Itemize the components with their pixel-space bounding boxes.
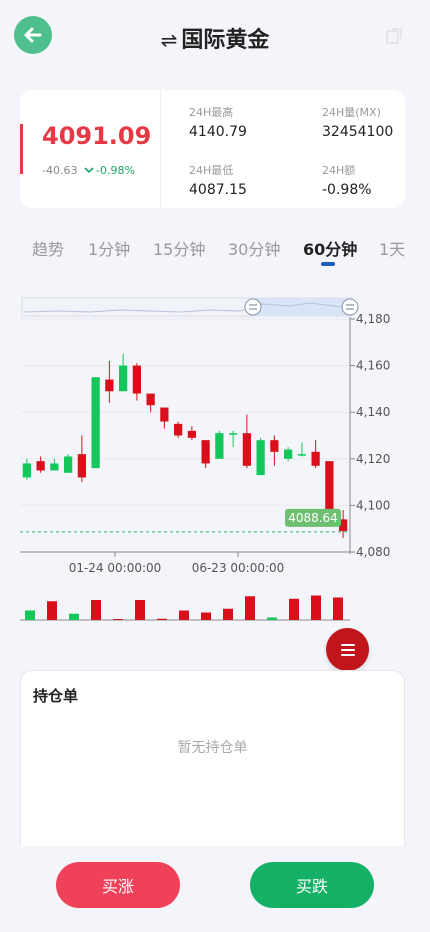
candle-body[interactable] xyxy=(270,440,279,452)
menu-icon xyxy=(340,643,355,656)
stat-high: 24H最高 4140.79 xyxy=(189,104,247,140)
stat-low: 24H最低 4087.15 xyxy=(189,162,247,198)
share-icon[interactable] xyxy=(384,26,404,46)
candle-body[interactable] xyxy=(105,379,114,392)
stat-low-value: 4087.15 xyxy=(189,182,247,198)
candle-body[interactable] xyxy=(132,365,141,394)
positions-empty-text: 暂无持仓单 xyxy=(177,740,248,756)
stat-volume-label: 24H量(MX) xyxy=(322,106,381,119)
volume-bar xyxy=(91,600,101,620)
x-tick-label: 06-23 00:00:00 xyxy=(192,561,285,575)
navigator-selection[interactable] xyxy=(252,298,352,316)
buy-up-button[interactable]: 买涨 xyxy=(56,862,180,908)
tab-1day[interactable]: 1天 xyxy=(379,236,405,260)
volume-bar xyxy=(157,618,167,620)
volume-bar xyxy=(69,613,79,620)
tab-trend[interactable]: 趋势 xyxy=(32,236,64,260)
volume-bar xyxy=(223,608,233,620)
volume-bar xyxy=(113,619,123,620)
volume-bar xyxy=(289,598,299,620)
candle-body[interactable] xyxy=(325,461,334,515)
candle-body[interactable] xyxy=(229,433,238,435)
candle-body[interactable] xyxy=(242,433,251,466)
swap-icon: ⇌ xyxy=(160,28,178,52)
candle-body[interactable] xyxy=(284,449,293,459)
stat-amount: 24H额 -0.98% xyxy=(322,162,372,198)
header: ⇌ 国际黄金 xyxy=(0,0,430,72)
price-change-percent: -0.98% xyxy=(84,164,135,177)
candle-body[interactable] xyxy=(22,463,31,478)
candlestick-chart[interactable]: 4,180 4,160 4,140 4,120 4,100 4,080 01-24 00:… xyxy=(0,286,430,626)
page-title[interactable]: ⇌ 国际黄金 xyxy=(0,22,430,54)
volume-bar xyxy=(47,601,57,620)
price-card: 4091.09 -40.63 -0.98% 24H最高 4140.79 24H量… xyxy=(20,90,405,208)
stat-high-label: 24H最高 xyxy=(189,106,234,119)
y-tick-label: 4,180 xyxy=(356,312,390,326)
stat-high-value: 4140.79 xyxy=(189,124,247,140)
chevron-down-icon xyxy=(84,167,94,174)
candle-body[interactable] xyxy=(256,440,265,476)
candle-body[interactable] xyxy=(64,456,73,473)
stat-amount-label: 24H额 xyxy=(322,164,356,177)
active-tab-indicator xyxy=(321,262,335,266)
price-change: -40.63 xyxy=(42,164,78,177)
volume-bar xyxy=(333,597,343,620)
candle-body[interactable] xyxy=(201,440,210,464)
tab-15min[interactable]: 15分钟 xyxy=(153,236,205,260)
tab-60min[interactable]: 60分钟 xyxy=(303,236,357,260)
candle-body[interactable] xyxy=(77,454,86,478)
volume-bar xyxy=(201,612,211,620)
candle-body[interactable] xyxy=(91,377,100,469)
candle-body[interactable] xyxy=(174,423,183,436)
stat-amount-value: -0.98% xyxy=(322,182,372,198)
candle-body[interactable] xyxy=(297,454,306,456)
chart-navigator[interactable] xyxy=(21,297,359,317)
candle-body[interactable] xyxy=(50,463,59,471)
volume-bar xyxy=(179,610,189,620)
current-price: 4091.09 xyxy=(42,122,152,150)
footer-bar: 买涨 买跌 xyxy=(0,846,430,932)
candle-body[interactable] xyxy=(215,433,224,459)
candle-body[interactable] xyxy=(119,365,128,392)
positions-title: 持仓单 xyxy=(33,687,79,705)
tab-30min[interactable]: 30分钟 xyxy=(228,236,280,260)
last-price-label: 4088.64 xyxy=(288,511,338,525)
y-tick-label: 4,100 xyxy=(356,498,390,512)
y-tick-label: 4,160 xyxy=(356,359,390,373)
y-tick-label: 4,120 xyxy=(356,452,390,466)
candle-body[interactable] xyxy=(36,461,45,471)
price-indicator-bar xyxy=(20,124,23,174)
price-change-percent-value: -0.98% xyxy=(96,164,135,177)
candle-body[interactable] xyxy=(146,393,155,406)
period-tabs: 趋势 1分钟 15分钟 30分钟 60分钟 1天 xyxy=(0,236,430,270)
stat-volume-value: 32454100 xyxy=(322,124,394,140)
card-divider xyxy=(160,90,161,208)
tab-1min[interactable]: 1分钟 xyxy=(88,236,130,260)
menu-fab-button[interactable] xyxy=(326,628,369,671)
buy-down-button[interactable]: 买跌 xyxy=(250,862,374,908)
x-tick-label: 01-24 00:00:00 xyxy=(69,561,162,575)
stat-low-label: 24H最低 xyxy=(189,164,234,177)
candle-body[interactable] xyxy=(187,430,196,438)
volume-bar xyxy=(25,610,35,620)
candle-body[interactable] xyxy=(311,451,320,466)
y-tick-label: 4,080 xyxy=(356,545,390,559)
volume-bar xyxy=(245,596,255,620)
navigator-handle-left[interactable] xyxy=(244,298,262,316)
positions-card: 持仓单 暂无持仓单 xyxy=(20,670,405,860)
candle-body[interactable] xyxy=(160,407,169,422)
stat-volume: 24H量(MX) 32454100 xyxy=(322,104,393,140)
volume-bar xyxy=(267,617,277,620)
page-title-text: 国际黄金 xyxy=(181,28,270,53)
y-tick-label: 4,140 xyxy=(356,405,390,419)
volume-bar xyxy=(311,595,321,620)
volume-bar xyxy=(135,600,145,620)
